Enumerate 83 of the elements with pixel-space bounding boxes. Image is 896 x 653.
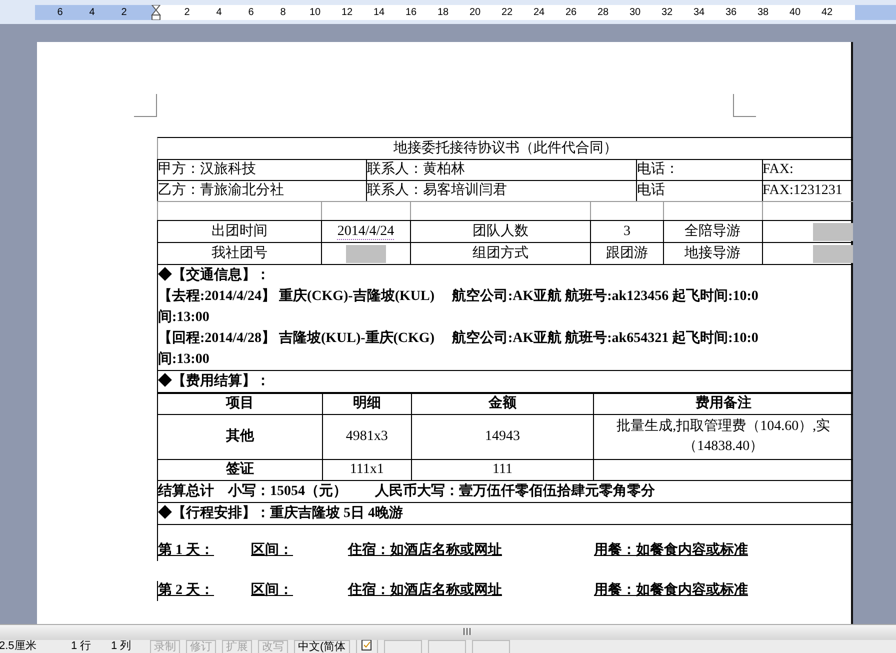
status-item: 1 行 bbox=[70, 640, 92, 653]
redacted-block bbox=[813, 222, 853, 240]
itinerary-text: 区间： bbox=[251, 541, 294, 560]
section-heading: ◆【交通信息】： bbox=[157, 264, 853, 286]
total-summary: 结算总计 小写：15054（元） 人民币大写：壹万伍仟零佰伍拾肆元零角零分 bbox=[157, 480, 853, 502]
redacted-block bbox=[813, 244, 853, 262]
status-item: 改写 bbox=[258, 640, 288, 653]
table-cell: 跟团游 bbox=[591, 243, 664, 264]
table-cell-text: 14943 bbox=[485, 428, 520, 446]
table-cell: 团队人数 bbox=[410, 221, 592, 242]
itinerary-text: 第 2 天： bbox=[158, 581, 215, 600]
flight-info: 间:13:00 bbox=[157, 349, 853, 370]
table-cell: 出团时间 bbox=[158, 221, 322, 242]
ruler-number: 22 bbox=[500, 7, 514, 18]
ruler-number: 14 bbox=[372, 7, 386, 18]
table-cell: 3 bbox=[591, 221, 664, 242]
table-cell: 乙方：青旅渝北分社 bbox=[158, 181, 367, 201]
status-item: 1 列 bbox=[110, 640, 132, 653]
table-cell-text: 111 bbox=[492, 461, 512, 479]
column-header: 明细 bbox=[322, 394, 412, 414]
ruler-number: 30 bbox=[628, 7, 642, 18]
table-cell-text: 111x1 bbox=[350, 461, 384, 479]
ruler-number: 4 bbox=[88, 7, 96, 18]
ruler-number: 26 bbox=[564, 7, 578, 18]
table-cell: 2014/4/24 bbox=[337, 224, 394, 240]
table-cell: 地接导游 bbox=[664, 243, 763, 264]
table-cell: 甲方：汉旅科技 bbox=[158, 160, 367, 180]
flight-info: 间:13:00 bbox=[157, 307, 853, 328]
ruler-number: 36 bbox=[724, 7, 738, 18]
ruler-number: 40 bbox=[788, 7, 802, 18]
table-cell-text: FAX:1231231 bbox=[762, 182, 844, 200]
table-cell-text: 4981x3 bbox=[346, 428, 388, 446]
redacted-block bbox=[346, 244, 386, 262]
column-header: 费用备注 bbox=[694, 394, 752, 413]
table-cell: 全陪导游 bbox=[664, 221, 763, 242]
table-cell-text: FAX: bbox=[762, 161, 794, 179]
ruler-number: 24 bbox=[532, 7, 546, 18]
table-cell: 联系人：黄柏林 bbox=[366, 160, 638, 180]
status-panel bbox=[428, 640, 466, 653]
ruler-number: 8 bbox=[279, 7, 287, 18]
status-item: 中文(简体 bbox=[294, 640, 350, 653]
table-cell: 联系人：易客培训闫君 bbox=[366, 181, 638, 201]
flight-info: 【回程:2014/4/28】 吉隆坡(KUL)-重庆(CKG) 航空公司:AK亚航 航班号:ak654321 起飞时间:10:0 bbox=[157, 328, 853, 349]
ruler-number: 6 bbox=[56, 7, 64, 18]
scrollbar-grip-icon[interactable] bbox=[462, 625, 472, 638]
ruler-number: 2 bbox=[183, 7, 191, 18]
ruler-number: 32 bbox=[660, 7, 674, 18]
ruler-number: 28 bbox=[596, 7, 610, 18]
section-heading: ◆【费用结算】： bbox=[157, 370, 853, 392]
ruler-number: 4 bbox=[215, 7, 223, 18]
ruler-number: 2 bbox=[120, 7, 128, 18]
document-title: 地接委托接待协议书（此件代合同） bbox=[157, 137, 853, 159]
itinerary-text: 第 1 天： bbox=[158, 541, 215, 560]
ruler-number: 16 bbox=[404, 7, 418, 18]
status-item: 录制 bbox=[150, 640, 180, 653]
table-cell: 电话 bbox=[637, 181, 763, 201]
table-cell-text: （14838.40） bbox=[683, 438, 764, 456]
ruler-number: 34 bbox=[692, 7, 706, 18]
crop-mark bbox=[134, 94, 157, 117]
flight-info: 【去程:2014/4/24】 重庆(CKG)-吉隆坡(KUL) 航空公司:AK亚航 航班号:ak123456 起飞时间:10:0 bbox=[157, 286, 853, 307]
crop-mark bbox=[733, 94, 756, 117]
table-cell-text: 其他 bbox=[226, 427, 254, 446]
table-cell-text: 签证 bbox=[226, 460, 254, 479]
status-item: 扩展 bbox=[222, 640, 252, 653]
column-header: 项目 bbox=[158, 394, 323, 414]
column-header: 金额 bbox=[412, 394, 594, 414]
status-panel bbox=[384, 640, 422, 653]
section-heading: ◆【行程安排】：重庆吉隆坡 5日 4晚游 bbox=[157, 502, 853, 524]
ruler-number: 6 bbox=[247, 7, 255, 18]
status-item: 修订 bbox=[186, 640, 216, 653]
ruler-number: 38 bbox=[756, 7, 770, 18]
table-cell: 电话： bbox=[637, 160, 763, 180]
status-panel bbox=[472, 640, 510, 653]
table-cell-text: 批量生成,扣取管理费（104.60）,实 bbox=[616, 417, 830, 436]
ruler-number: 18 bbox=[436, 7, 450, 18]
ruler-number: 10 bbox=[308, 7, 322, 18]
ruler-number: 42 bbox=[820, 7, 834, 18]
ruler-number: 12 bbox=[340, 7, 354, 18]
itinerary-text: 区间： bbox=[251, 581, 294, 600]
indent-marker-icon[interactable] bbox=[150, 5, 160, 20]
ruler-number: 20 bbox=[468, 7, 482, 18]
table-cell: 组团方式 bbox=[410, 243, 592, 264]
table-cell: 我社团号 bbox=[158, 243, 322, 264]
